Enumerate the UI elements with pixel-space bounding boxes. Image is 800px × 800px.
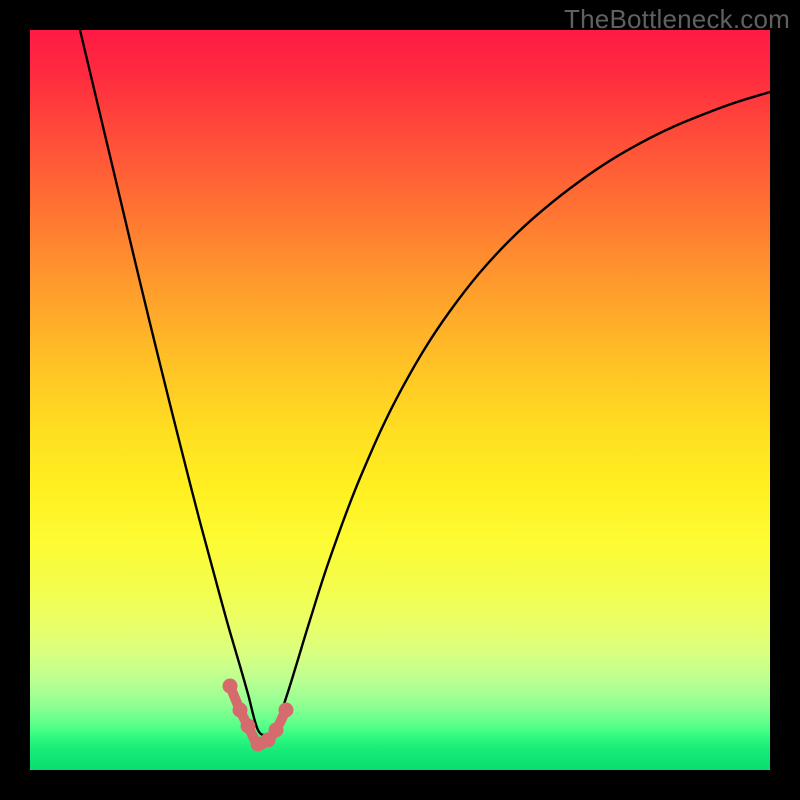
overlay-dot bbox=[279, 703, 294, 718]
overlay-dot bbox=[241, 719, 256, 734]
overlay-dot bbox=[269, 723, 284, 738]
curve-svg bbox=[30, 30, 770, 770]
bottleneck-curve bbox=[80, 30, 770, 735]
curve-bottom-dots bbox=[223, 679, 294, 752]
overlay-dot bbox=[223, 679, 238, 694]
chart-frame: TheBottleneck.com bbox=[0, 0, 800, 800]
overlay-dot bbox=[233, 703, 248, 718]
plot-area bbox=[30, 30, 770, 770]
